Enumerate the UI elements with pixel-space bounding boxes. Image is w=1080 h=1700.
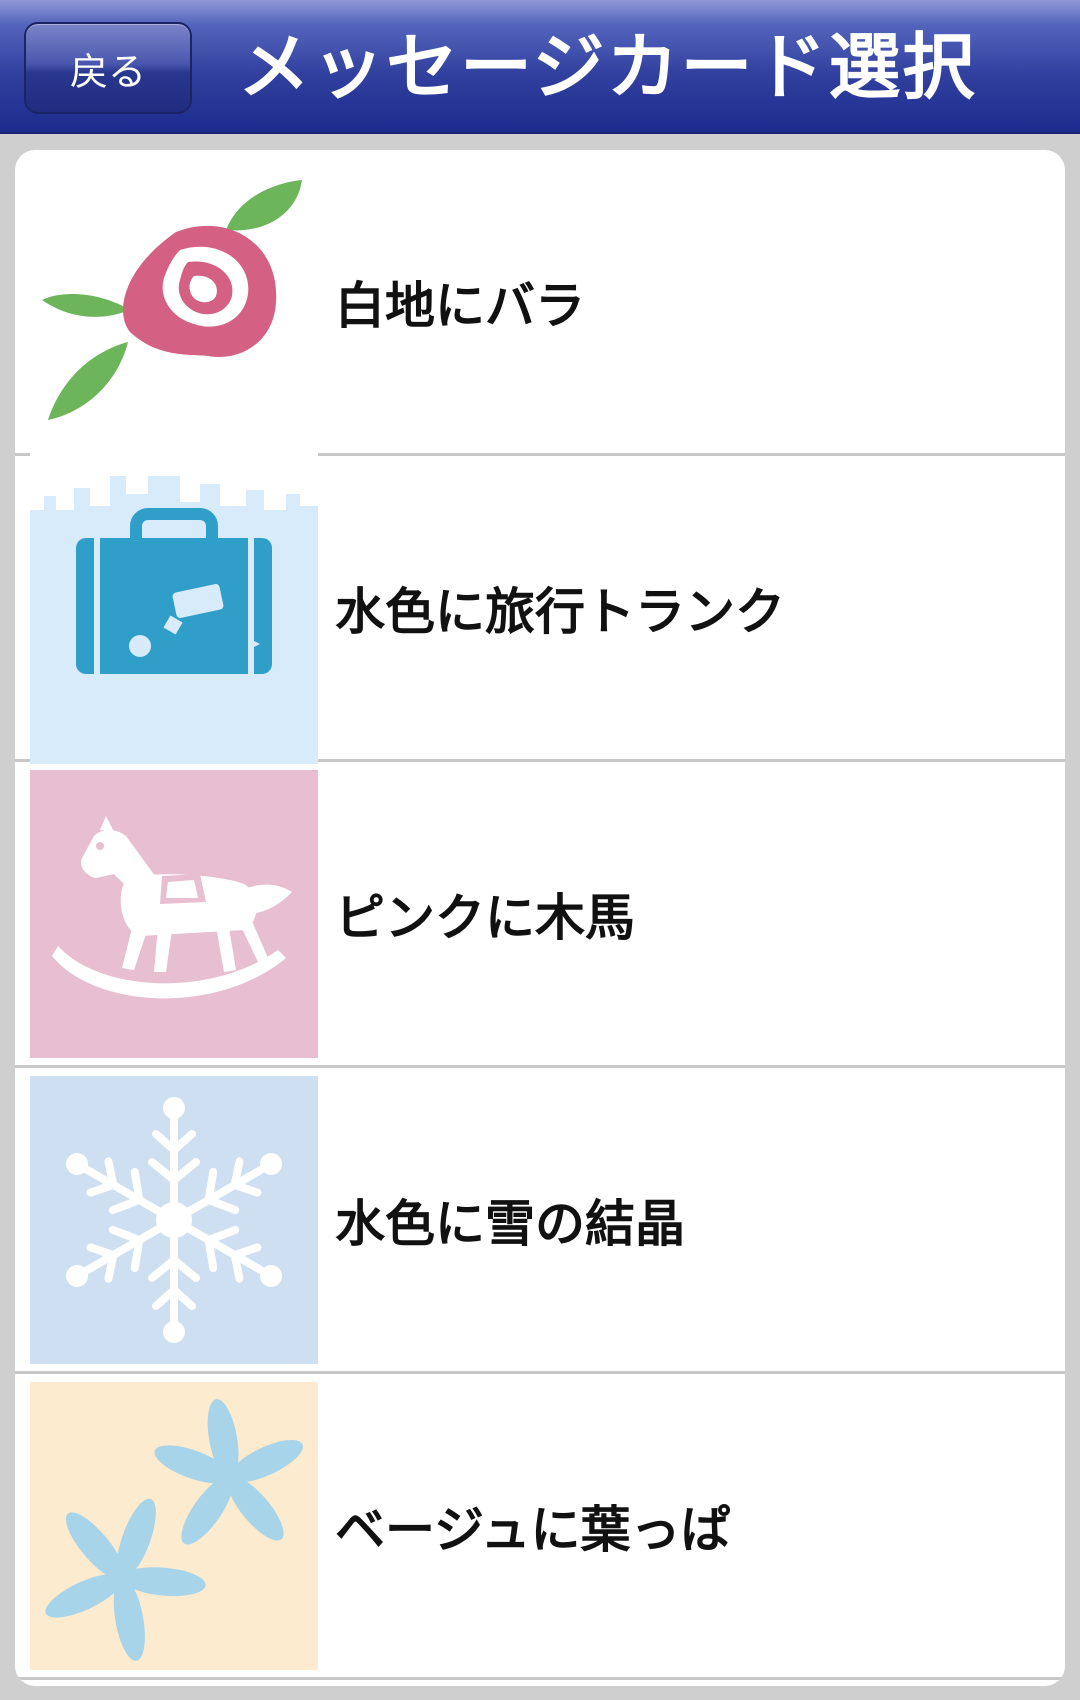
leaves-thumbnail (30, 1382, 318, 1670)
suitcase-icon (30, 476, 318, 764)
card-label: 水色に旅行トランク (335, 582, 785, 641)
suitcase-thumbnail (30, 476, 318, 764)
rose-icon (30, 172, 318, 460)
rocking-horse-thumbnail (30, 770, 318, 1058)
snowflake-thumbnail (30, 1076, 318, 1364)
list-item-blue-snowflake[interactable]: 水色に雪の結晶 (15, 1068, 1065, 1374)
leaves-icon (30, 1382, 318, 1670)
back-button[interactable]: 戻る (24, 22, 192, 114)
list-item-pink-rocking-horse[interactable]: ピンクに木馬 (15, 762, 1065, 1068)
rocking-horse-icon (30, 770, 318, 1058)
list-item-blue-suitcase[interactable]: 水色に旅行トランク (15, 456, 1065, 764)
navigation-bar: 戻る メッセージカード選択 (0, 0, 1080, 134)
card-list: 白地にバラ 水色に旅行トランク ピンクに木馬 水色に雪の結晶 ベージュに葉っぱ (15, 150, 1065, 1686)
list-item-white-rose[interactable]: 白地にバラ (15, 150, 1065, 460)
snowflake-icon (30, 1076, 318, 1364)
card-label: 白地にバラ (335, 276, 585, 335)
list-item-beige-leaves[interactable]: ベージュに葉っぱ (15, 1374, 1065, 1680)
page-title: メッセージカード選択 (238, 25, 977, 109)
card-label: ベージュに葉っぱ (335, 1500, 731, 1559)
card-label: 水色に雪の結晶 (335, 1194, 685, 1253)
rose-thumbnail (30, 172, 318, 460)
card-label: ピンクに木馬 (335, 888, 635, 947)
